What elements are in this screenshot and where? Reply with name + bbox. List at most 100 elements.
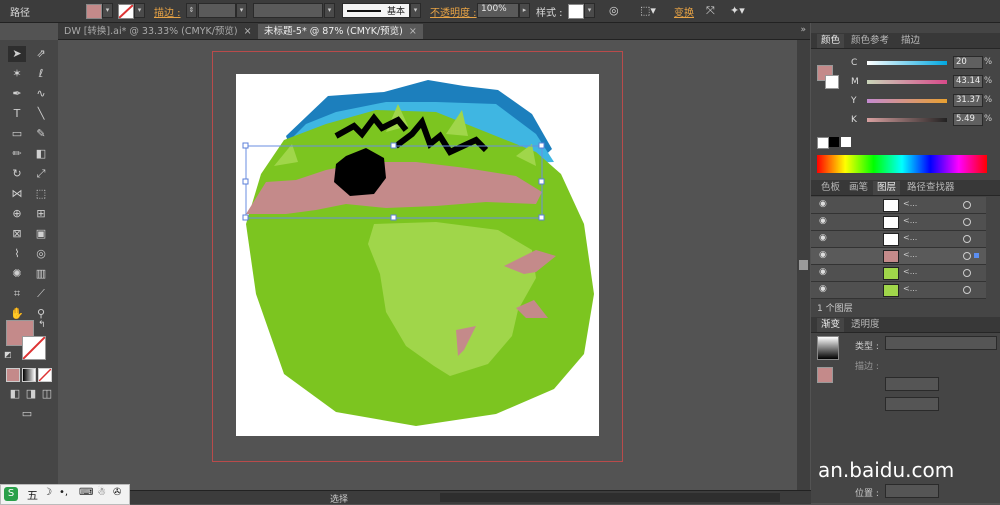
curvature-tool-icon[interactable]: ∿ <box>32 86 50 102</box>
layer-row[interactable]: ◉ <... <box>811 265 986 282</box>
perspective-grid-tool-icon[interactable]: ⊞ <box>32 206 50 222</box>
eye-icon[interactable]: ◉ <box>819 233 827 243</box>
stroke-weight-field[interactable] <box>198 3 236 18</box>
ime-mode-label[interactable]: 五 <box>27 487 38 503</box>
tabs-overflow-icon[interactable]: » <box>800 25 806 35</box>
eyedropper-tool-icon[interactable]: ⌇ <box>8 246 26 262</box>
lasso-tool-icon[interactable]: ℓ <box>32 66 50 82</box>
layer-row[interactable]: ◉ <... <box>811 197 986 214</box>
color-spectrum[interactable] <box>817 155 987 173</box>
horizontal-scrollbar[interactable] <box>440 493 780 502</box>
variable-width-field[interactable] <box>253 3 323 18</box>
shape-builder-tool-icon[interactable]: ⊕ <box>8 206 26 222</box>
gradient-preview[interactable] <box>817 336 839 360</box>
rectangle-tool-icon[interactable]: ▭ <box>8 126 26 142</box>
stroke-color-box[interactable] <box>22 336 46 360</box>
punctuation-icon[interactable]: •, <box>59 487 68 498</box>
tab-dw[interactable]: DW [转换].ai* @ 33.33% (CMYK/预览) × <box>58 24 258 39</box>
layer-row-selected[interactable]: ◉ <... <box>811 248 986 265</box>
k-value-field[interactable]: 5.49 <box>953 113 983 126</box>
y-value-field[interactable]: 31.37 <box>953 94 983 107</box>
eraser-tool-icon[interactable]: ◧ <box>32 146 50 162</box>
eye-icon[interactable]: ◉ <box>819 284 827 294</box>
stroke-weight-stepper[interactable]: ⇕ <box>186 3 197 18</box>
stroke-weight-dropdown[interactable]: ▾ <box>236 3 247 18</box>
artboard[interactable] <box>236 74 599 436</box>
target-icon[interactable] <box>963 252 971 260</box>
vertical-scrollbar[interactable] <box>797 40 810 490</box>
y-slider[interactable] <box>867 99 947 103</box>
opacity-field[interactable]: 100% <box>477 3 519 18</box>
target-icon[interactable] <box>963 286 971 294</box>
layer-row[interactable]: ◉ <... <box>811 214 986 231</box>
fill-swatch[interactable] <box>86 4 102 19</box>
stroke-label[interactable]: 描边 : <box>154 4 181 19</box>
skin-icon[interactable]: ☃ <box>97 487 106 498</box>
line-tool-icon[interactable]: ╲ <box>32 106 50 122</box>
artboard-tool-icon[interactable]: ⌗ <box>8 286 26 302</box>
tab-color[interactable]: 颜色 <box>817 34 845 48</box>
pen-tool-icon[interactable]: ✒ <box>8 86 26 102</box>
slice-tool-icon[interactable]: ⟋ <box>32 286 50 302</box>
opacity-label[interactable]: 不透明度 : <box>430 4 477 19</box>
none-mode-icon[interactable] <box>38 368 52 382</box>
transform-label[interactable]: 变换 <box>674 4 694 19</box>
draw-inside-icon[interactable]: ◫ <box>38 386 56 402</box>
k-slider[interactable] <box>867 118 947 122</box>
variable-width-dropdown[interactable]: ▾ <box>324 3 335 18</box>
tab-gradient[interactable]: 渐变 <box>817 318 845 332</box>
style-dropdown[interactable]: ▾ <box>584 3 595 18</box>
column-graph-tool-icon[interactable]: ▥ <box>32 266 50 282</box>
width-tool-icon[interactable]: ⋈ <box>8 186 26 202</box>
direct-selection-tool-icon[interactable]: ⇗ <box>32 46 50 62</box>
mesh-tool-icon[interactable]: ⊠ <box>8 226 26 242</box>
color-mode-icon[interactable] <box>6 368 20 382</box>
select-similar-icon[interactable]: ✦▾ <box>730 4 745 17</box>
gradient-mode-icon[interactable] <box>22 368 36 382</box>
paintbrush-tool-icon[interactable]: ✎ <box>32 126 50 142</box>
tab-stroke[interactable]: 描边 <box>897 34 924 48</box>
target-icon[interactable] <box>963 218 971 226</box>
magic-wand-tool-icon[interactable]: ✶ <box>8 66 26 82</box>
eye-icon[interactable]: ◉ <box>819 267 827 277</box>
keyboard-icon[interactable]: ⌨ <box>79 487 93 498</box>
tab-untitled-5[interactable]: 未标题-5* @ 87% (CMYK/预览) × <box>258 24 423 39</box>
brush-definition-field[interactable]: 基本 <box>342 3 410 18</box>
ime-toolbar[interactable]: S 五 ☽ •, ⌨ ☃ ✇ <box>0 484 130 505</box>
scroll-thumb[interactable] <box>799 260 808 270</box>
symbol-sprayer-tool-icon[interactable]: ✺ <box>8 266 26 282</box>
layer-row[interactable]: ◉ <... <box>811 282 986 299</box>
style-swatch[interactable] <box>568 4 584 19</box>
stroke-swatch[interactable] <box>118 4 134 19</box>
gradient-type-select[interactable] <box>885 336 997 350</box>
eye-icon[interactable]: ◉ <box>819 250 827 260</box>
gradient-angle-field[interactable] <box>885 377 939 391</box>
gradient-fill-box[interactable] <box>817 367 833 383</box>
m-value-field[interactable]: 43.14 <box>953 75 983 88</box>
tab-color-guide[interactable]: 颜色参考 <box>847 34 893 48</box>
opacity-dropdown[interactable]: ▸ <box>519 3 530 18</box>
pencil-tool-icon[interactable]: ✏ <box>8 146 26 162</box>
screen-mode-icon[interactable]: ▭ <box>18 406 36 422</box>
color-panel-stroke-box[interactable] <box>825 75 839 89</box>
gradient-tool-icon[interactable]: ▣ <box>32 226 50 242</box>
default-colors-icon[interactable]: ◩ <box>4 350 12 359</box>
eye-icon[interactable]: ◉ <box>819 216 827 226</box>
tab-brushes[interactable]: 画笔 <box>845 181 872 195</box>
tab-pathfinder[interactable]: 路径查找器 <box>903 181 959 195</box>
layer-row[interactable]: ◉ <... <box>811 231 986 248</box>
target-icon[interactable] <box>963 269 971 277</box>
stroke-dropdown[interactable]: ▾ <box>134 3 145 18</box>
selection-tool-icon[interactable]: ➤ <box>8 46 26 62</box>
moon-icon[interactable]: ☽ <box>43 487 52 498</box>
fill-dropdown[interactable]: ▾ <box>102 3 113 18</box>
swap-colors-icon[interactable]: ↰ <box>38 320 46 330</box>
close-icon[interactable]: × <box>244 26 252 37</box>
black-swatch[interactable] <box>829 137 839 147</box>
wrench-icon[interactable]: ✇ <box>113 487 121 498</box>
none-swatch[interactable] <box>817 137 829 149</box>
type-tool-icon[interactable]: T <box>8 106 26 122</box>
free-transform-tool-icon[interactable]: ⬚ <box>32 186 50 202</box>
blend-tool-icon[interactable]: ◎ <box>32 246 50 262</box>
c-slider[interactable] <box>867 61 947 65</box>
